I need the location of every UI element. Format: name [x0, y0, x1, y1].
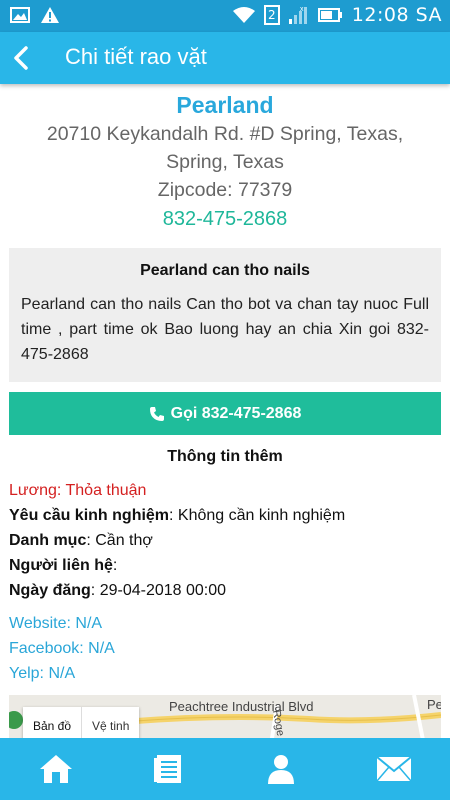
website-link[interactable]: Website: N/A	[9, 611, 115, 636]
description-box: Pearland can tho nails Pearland can tho …	[9, 248, 441, 382]
mail-icon	[376, 756, 412, 782]
contact-line: Người liên hệ:	[9, 553, 345, 578]
listing-title: Pearland can tho nails	[140, 262, 310, 279]
more-info-heading: Thông tin thêm	[167, 448, 283, 465]
nav-profile[interactable]	[225, 738, 338, 800]
more-info-list: Lương: Thỏa thuận Yêu cầu kinh nghiệm: K…	[9, 478, 345, 603]
tab-satellite[interactable]: Vệ tinh	[81, 707, 139, 738]
salary-line: Lương: Thỏa thuận	[9, 482, 147, 499]
app-bar: Chi tiết rao vặt	[0, 32, 450, 84]
call-button-label: Gọi 832-475-2868	[170, 404, 302, 422]
back-button[interactable]	[8, 42, 36, 74]
category-label: Danh mục	[9, 532, 87, 549]
map-view[interactable]: Peachtree Industrial Blvd Pe Roge Bản đồ…	[9, 695, 441, 738]
sim-badge: 2	[263, 5, 280, 25]
status-bar: 2 x 12:08 SA	[0, 0, 450, 32]
category-value: : Cần thợ	[86, 532, 153, 549]
status-left-icons	[10, 6, 60, 24]
nav-messages[interactable]	[338, 738, 450, 800]
yelp-link[interactable]: Yelp: N/A	[9, 661, 115, 686]
wifi-icon	[232, 7, 255, 23]
experience-label: Yêu cầu kinh nghiệm	[9, 507, 170, 524]
nav-listings[interactable]	[113, 738, 226, 800]
tab-map[interactable]: Bản đồ	[23, 707, 81, 738]
category-line: Danh mục: Cần thợ	[9, 528, 345, 553]
status-time: 12:08 SA	[351, 4, 442, 26]
date-value: : 29-04-2018 00:00	[90, 582, 227, 599]
map-road-label: Pe	[427, 697, 441, 712]
home-icon	[40, 755, 73, 783]
call-button[interactable]: Gọi 832-475-2868	[9, 392, 441, 435]
listing-description: Pearland can tho nails Can tho bot va ch…	[21, 296, 429, 363]
shop-zipcode: Zipcode: 77379	[157, 179, 293, 201]
list-icon	[153, 755, 181, 783]
date-line: Ngày đăng: 29-04-2018 00:00	[9, 578, 345, 603]
listing-detail: Pearland 20710 Keykandalh Rd. #D Spring,…	[0, 84, 450, 738]
contact-label: Người liên hệ	[9, 557, 113, 574]
shop-name: Pearland	[176, 92, 274, 118]
experience-value: : Không cần kinh nghiệm	[169, 507, 346, 524]
warning-icon	[41, 7, 59, 23]
image-icon	[10, 7, 30, 23]
map-type-tabs: Bản đồ Vệ tinh	[23, 707, 140, 738]
nav-home[interactable]	[0, 738, 113, 800]
user-icon	[268, 755, 295, 784]
page-title: Chi tiết rao vặt	[65, 44, 207, 69]
date-label: Ngày đăng	[9, 582, 91, 599]
svg-text:x: x	[300, 6, 304, 13]
contact-value: :	[112, 557, 118, 574]
map-road-label: Peachtree Industrial Blvd	[169, 699, 314, 714]
chevron-left-icon	[14, 46, 28, 70]
battery-icon	[317, 8, 342, 22]
bottom-navigation	[0, 738, 450, 800]
experience-line: Yêu cầu kinh nghiệm: Không cần kinh nghi…	[9, 503, 345, 528]
social-links: Website: N/A Facebook: N/A Yelp: N/A	[9, 611, 115, 686]
signal-icon: x	[288, 6, 307, 24]
shop-phone-link[interactable]: 832-475-2868	[0, 208, 450, 231]
shop-address: 20710 Keykandalh Rd. #D Spring, Texas, S…	[46, 123, 404, 173]
status-right-icons: 2 x 12:08 SA	[232, 4, 442, 26]
phone-icon	[149, 406, 164, 421]
facebook-link[interactable]: Facebook: N/A	[9, 636, 115, 661]
